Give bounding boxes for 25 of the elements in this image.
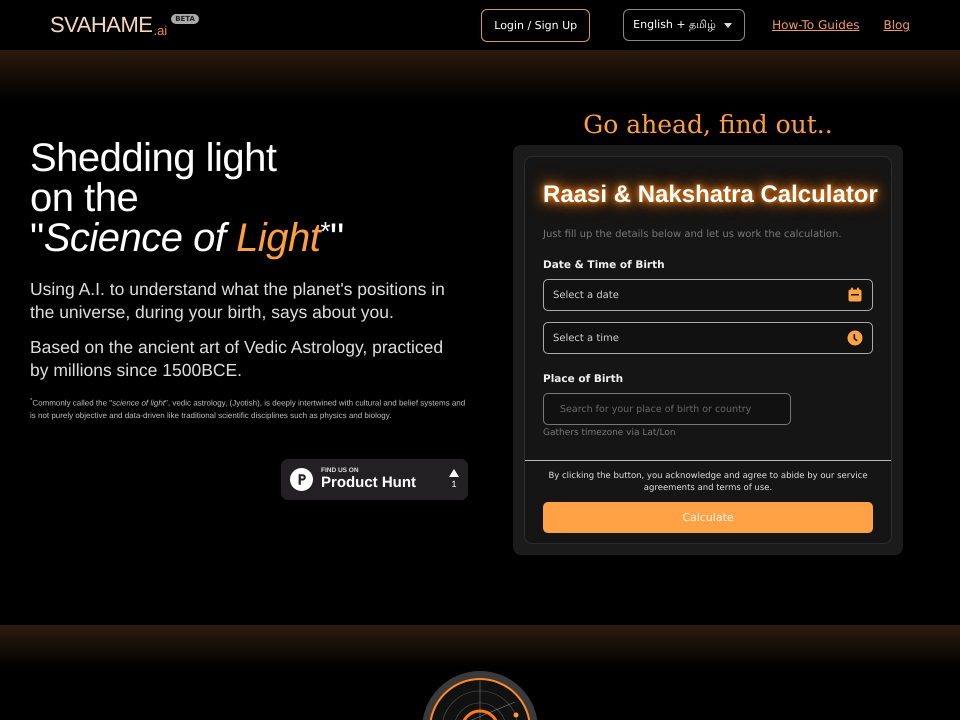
place-field[interactable]: Search for your place of birth or country (543, 393, 791, 425)
calendar-icon (847, 287, 863, 303)
calculator-subtitle: Just fill up the details below and let us work the calculation. (543, 229, 843, 240)
caret-icon (724, 22, 732, 28)
time-field[interactable]: Select a time (543, 322, 873, 354)
product-hunt-logo-icon (290, 468, 313, 491)
clock-icon (847, 330, 863, 346)
disclaimer: By clicking the button, you acknowledge and agree to abide by our service agreements and terms of use. (547, 470, 869, 494)
field-hint: Gathers timezone via Lat/Lon (543, 428, 677, 440)
footnote: $^{*}$Commonly called the "science of light", vedic astrology, (Jyotish), is deeply intertwined with cultural and belief systems and is not purely objective and data-driven like traditional scientific disciplines such as physics and biology. (30, 396, 466, 422)
tagline: Go ahead, find out.. (583, 110, 833, 139)
calculator-title: Raasi & Nakshatra Calculator (542, 180, 879, 210)
nav-link[interactable]: Blog (883, 18, 910, 32)
date-field[interactable]: Select a date (543, 279, 873, 311)
field-label: Date & Time of Birth (543, 259, 666, 271)
hero-paragraph: Using A.I. to understand what the planet's positions in the universe, during your birth, says about you. (30, 278, 446, 324)
nav-link[interactable]: How-To Guides (772, 18, 860, 32)
logo-wordmark[interactable]: SVAHAME (50, 12, 152, 38)
language-select[interactable]: English + தமிழ் (623, 9, 746, 41)
hero-paragraph: Based on the ancient art of Vedic Astrology, practiced by millions since 1500BCE. (30, 336, 444, 382)
field-label: Place of Birth (543, 373, 624, 385)
upvote-icon (449, 469, 459, 478)
hero-heading: Shedding light on the "Science of Light$^{*}$" (30, 138, 345, 258)
login-button[interactable]: Login / Sign Up (481, 8, 590, 42)
logo-suffix: .ai (153, 23, 168, 38)
